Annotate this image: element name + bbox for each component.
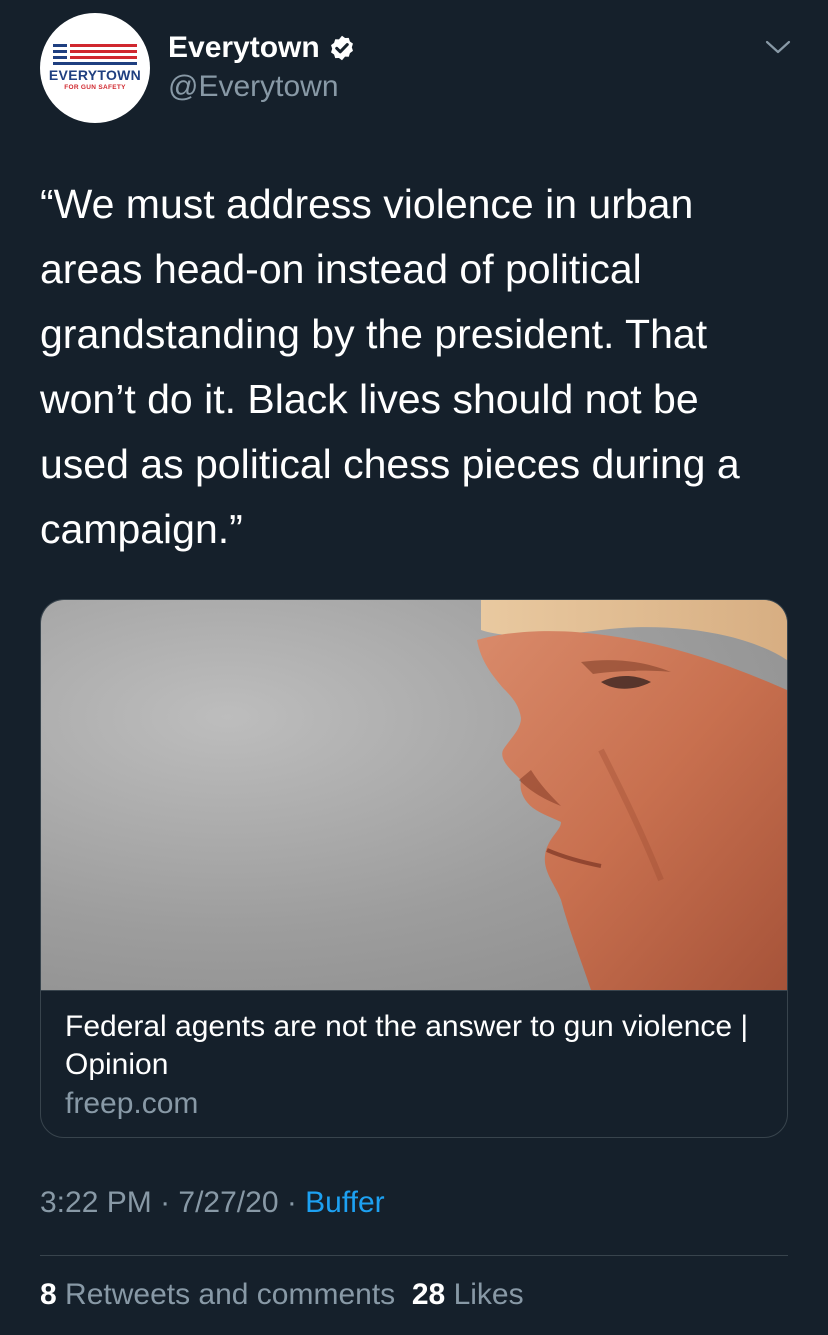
retweets-label: Retweets and comments [65, 1278, 396, 1311]
author-display-name[interactable]: Everytown [168, 31, 320, 65]
retweets-count: 8 [40, 1278, 57, 1311]
everytown-flag-logo [53, 44, 137, 65]
author-handle[interactable]: @Everytown [168, 70, 339, 104]
avatar-logo-subtext: FOR GUN SAFETY [64, 84, 126, 91]
likes-count: 28 [411, 1278, 446, 1311]
tweet-date[interactable]: 7/27/20 [178, 1186, 278, 1219]
tweet-source-link[interactable]: Buffer [305, 1186, 385, 1219]
card-domain: freep.com [65, 1087, 199, 1120]
tweet-time: 3:22 PM [40, 1186, 152, 1219]
tweet-meta: 3:22 PM · 7/27/20 · Buffer [40, 1186, 385, 1220]
avatar[interactable]: EVERYTOWN FOR GUN SAFETY [40, 13, 150, 123]
link-card[interactable]: Federal agents are not the answer to gun… [40, 599, 788, 1138]
chevron-down-icon[interactable] [764, 36, 792, 58]
tweet-text: “We must address violence in urban areas… [40, 181, 740, 552]
card-image[interactable] [41, 600, 787, 991]
likes-stat[interactable]: 28 Likes [412, 1278, 524, 1311]
card-title[interactable]: Federal agents are not the answer to gun… [65, 1008, 755, 1084]
avatar-logo-text: EVERYTOWN [48, 67, 142, 83]
retweets-stat[interactable]: 8 Retweets and comments [40, 1278, 395, 1311]
tweet-stats: 8 Retweets and comments 28 Likes [40, 1278, 524, 1312]
tweet: EVERYTOWN FOR GUN SAFETY Everytown @Ever… [0, 0, 828, 1335]
author-name-row: Everytown [168, 28, 356, 68]
card-photo-portrait [477, 600, 787, 990]
meta-separator: · [278, 1186, 306, 1219]
likes-label: Likes [453, 1278, 524, 1311]
divider [40, 1255, 788, 1256]
verified-badge-icon [330, 35, 353, 61]
meta-separator: · [151, 1186, 179, 1219]
